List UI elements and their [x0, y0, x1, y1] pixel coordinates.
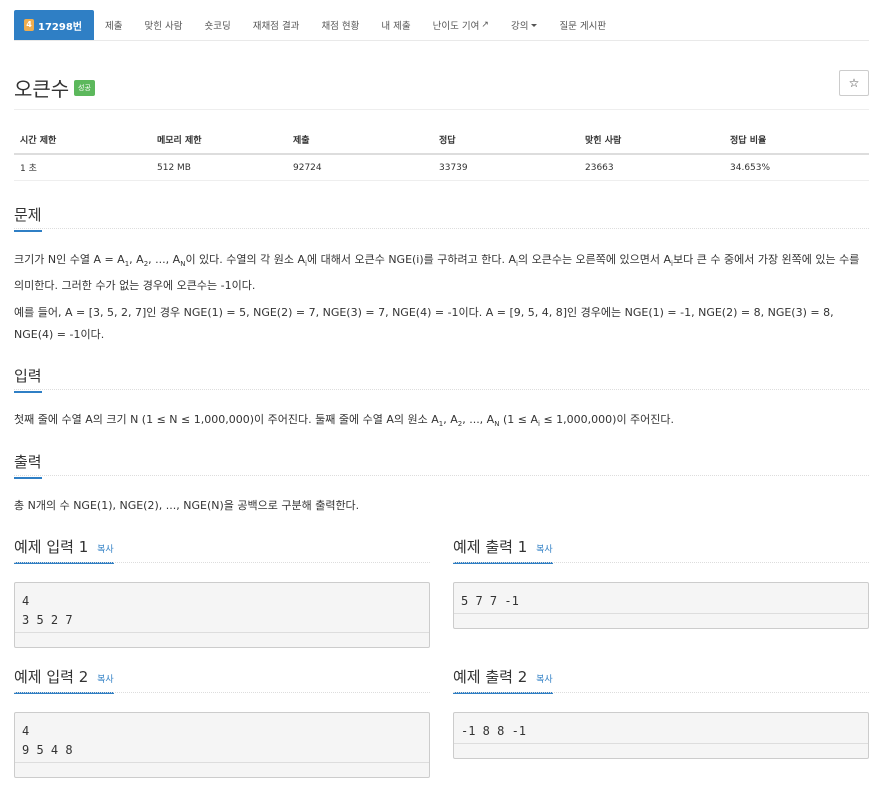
divider	[14, 562, 430, 563]
scrollbar[interactable]	[15, 762, 429, 777]
table-header: 맞힌 사람	[579, 126, 724, 155]
tab-short-coding[interactable]: 숏코딩	[193, 10, 241, 40]
sample-output-2-heading: 예제 출력 2 복사	[453, 666, 553, 694]
divider	[14, 228, 869, 229]
tab-solved-users[interactable]: 맞힌 사람	[133, 10, 193, 40]
divider	[453, 692, 869, 693]
table-cell: 33739	[433, 154, 579, 181]
tab-lecture[interactable]: 강의	[500, 10, 548, 40]
sample-output-2: -1 8 8 -1	[453, 712, 869, 759]
sample-title: 예제 입력 1	[14, 538, 89, 556]
tab-label: 질문 게시판	[559, 21, 607, 32]
sample-text: 4 9 5 4 8	[22, 724, 73, 757]
text: , A	[443, 413, 458, 426]
sample-text: -1 8 8 -1	[461, 724, 527, 738]
table-header: 메모리 제한	[151, 126, 287, 155]
sample-title: 예제 입력 2	[14, 668, 89, 686]
copy-button[interactable]: 복사	[97, 545, 114, 555]
tab-label: 난이도 기여	[432, 21, 480, 32]
text: 크기가 N인 수열 A = A	[14, 253, 125, 266]
tab-rejudge[interactable]: 재채점 결과	[242, 10, 311, 40]
table-cell: 512 MB	[151, 154, 287, 181]
tab-label: 강의	[510, 21, 529, 32]
table-cell: 92724	[287, 154, 433, 181]
input-paragraph: 첫째 줄에 수열 A의 크기 N (1 ≤ N ≤ 1,000,000)이 주어…	[14, 409, 869, 435]
output-paragraph: 총 N개의 수 NGE(1), NGE(2), ..., NGE(N)을 공백으…	[14, 499, 360, 512]
tab-label: 채점 현황	[321, 21, 360, 32]
chevron-down-icon	[531, 23, 538, 27]
tier-badge-icon: 4	[24, 19, 34, 31]
text: (1 ≤ A	[499, 413, 538, 426]
tab-my-submissions[interactable]: 내 제출	[370, 10, 421, 40]
table-header: 시간 제한	[14, 126, 151, 155]
problem-nav: 4 17298번 제출 맞힌 사람 숏코딩 재채점 결과 채점 현황 내 제출 …	[14, 10, 869, 41]
text: 이 있다. 수열의 각 원소 A	[185, 253, 306, 266]
table-row: 1 초 512 MB 92724 33739 23663 34.653%	[14, 154, 869, 181]
star-icon: ☆	[848, 76, 860, 90]
tab-question-board[interactable]: 질문 게시판	[548, 10, 617, 40]
scrollbar[interactable]	[15, 632, 429, 647]
table-header-row: 시간 제한 메모리 제한 제출 정답 맞힌 사람 정답 비율	[14, 126, 869, 155]
table-cell: 34.653%	[724, 154, 869, 181]
page-title: 오큰수	[14, 77, 70, 101]
text: ≤ 1,000,000)이 주어진다.	[539, 413, 675, 426]
text: , ..., A	[462, 413, 495, 426]
tab-label: 재채점 결과	[252, 21, 300, 32]
divider	[14, 475, 869, 476]
text: 에 대해서 오큰수 NGE(i)를 구하려고 한다. A	[306, 253, 517, 266]
tab-label: 내 제출	[381, 21, 411, 32]
sample-text: 4 3 5 2 7	[22, 594, 73, 627]
divider	[14, 389, 869, 390]
divider	[14, 692, 430, 693]
table-cell: 1 초	[14, 154, 151, 181]
problem-number: 17298번	[38, 21, 82, 33]
text: , ..., A	[148, 253, 181, 266]
tab-submit[interactable]: 제출	[94, 10, 133, 40]
scrollbar[interactable]	[454, 743, 868, 758]
copy-button[interactable]: 복사	[536, 675, 553, 685]
table-cell: 23663	[579, 154, 724, 181]
tab-label: 맞힌 사람	[144, 21, 183, 32]
problem-info-table: 시간 제한 메모리 제한 제출 정답 맞힌 사람 정답 비율 1 초 512 M…	[14, 126, 869, 181]
text: 첫째 줄에 수열 A의 크기 N (1 ≤ N ≤ 1,000,000)이 주어…	[14, 413, 439, 426]
text: 의 오큰수는 오른쪽에 있으면서 A	[517, 253, 672, 266]
copy-button[interactable]: 복사	[536, 545, 553, 555]
table-header: 제출	[287, 126, 433, 155]
problem-header: 오큰수 성공 ☆	[14, 70, 869, 110]
tab-label: 제출	[105, 21, 123, 32]
sample-output-1: 5 7 7 -1	[453, 582, 869, 629]
scrollbar[interactable]	[454, 613, 868, 628]
text: , A	[129, 253, 144, 266]
tab-label: 숏코딩	[204, 21, 231, 32]
tab-difficulty[interactable]: 난이도 기여 ↗	[422, 10, 500, 40]
external-link-icon: ↗	[481, 20, 489, 30]
description-paragraph-1: 크기가 N인 수열 A = A1, A2, ..., AN이 있다. 수열의 각…	[14, 249, 869, 297]
sample-title: 예제 출력 2	[453, 668, 528, 686]
table-header: 정답	[433, 126, 579, 155]
status-badge: 성공	[74, 80, 95, 96]
sample-input-1: 4 3 5 2 7	[14, 582, 430, 648]
sample-input-2-heading: 예제 입력 2 복사	[14, 666, 114, 694]
sample-input-2: 4 9 5 4 8	[14, 712, 430, 778]
sample-output-1-heading: 예제 출력 1 복사	[453, 536, 553, 564]
copy-button[interactable]: 복사	[97, 675, 114, 685]
favorite-button[interactable]: ☆	[839, 70, 869, 96]
tab-status[interactable]: 채점 현황	[310, 10, 370, 40]
sample-input-1-heading: 예제 입력 1 복사	[14, 536, 114, 564]
sample-title: 예제 출력 1	[453, 538, 528, 556]
description-paragraph-2: 예를 들어, A = [3, 5, 2, 7]인 경우 NGE(1) = 5, …	[14, 306, 834, 341]
tab-problem[interactable]: 4 17298번	[14, 10, 94, 40]
sample-text: 5 7 7 -1	[461, 594, 519, 608]
divider	[453, 562, 869, 563]
table-header: 정답 비율	[724, 126, 869, 155]
